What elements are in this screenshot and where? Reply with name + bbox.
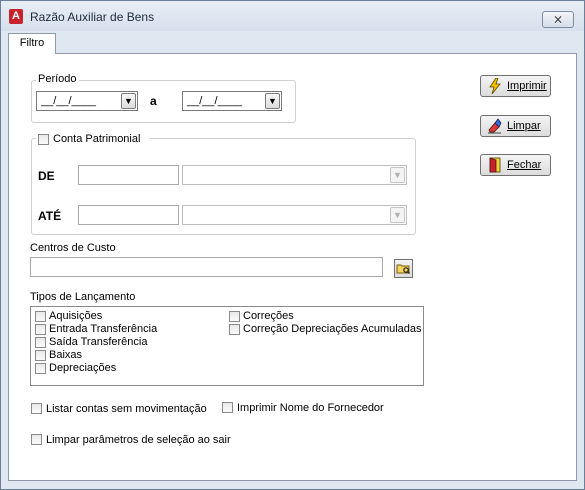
eraser-icon [488,118,502,134]
tipo-item-depreciacoes[interactable]: Depreciações [35,362,215,375]
tipo-checkbox[interactable] [35,337,46,348]
chevron-down-icon[interactable]: ▼ [121,93,136,109]
de-account-select[interactable]: ▼ [182,165,407,185]
imprimir-button[interactable]: Imprimir [480,75,551,97]
tipo-label: Correção Depreciações Acumuladas [243,323,422,335]
fechar-button[interactable]: Fechar [480,154,551,176]
tipo-item-baixas[interactable]: Baixas [35,349,215,362]
tipo-label: Saída Transferência [49,336,148,348]
tipo-item-entrada-transferencia[interactable]: Entrada Transferência [35,323,215,336]
tipo-item-correcoes[interactable]: Correções [229,310,419,323]
tipo-checkbox[interactable] [35,363,46,374]
periodo-separator: a [150,94,157,108]
tipos-listbox: Aquisições Entrada Transferência Saída T… [30,306,424,386]
listar-contas-label: Listar contas sem movimentação [46,403,207,415]
limpar-button[interactable]: Limpar [480,115,551,137]
tipo-label: Correções [243,310,294,322]
de-label: DE [38,169,55,183]
tipo-label: Baixas [49,349,83,361]
periodo-to-value: __/__/____ [187,95,243,107]
periodo-from-date[interactable]: __/__/____ ▼ [36,91,138,111]
filter-panel: Período __/__/____ ▼ a __/__/____ ▼ Cont… [8,53,577,481]
lightning-icon [489,78,501,94]
folder-search-icon [396,264,410,274]
tipo-checkbox[interactable] [35,311,46,322]
limpar-parametros-label: Limpar parâmetros de seleção ao sair [46,434,231,446]
imprimir-nome-option[interactable]: Imprimir Nome do Fornecedor [222,401,384,415]
centros-input[interactable] [30,257,383,277]
imprimir-nome-label: Imprimir Nome do Fornecedor [237,402,384,414]
tipo-label: Aquisições [49,310,103,322]
periodo-to-date[interactable]: __/__/____ ▼ [182,91,282,111]
ate-account-select[interactable]: ▼ [182,205,407,225]
tipo-item-aquisicoes[interactable]: Aquisições [35,310,215,323]
tipo-item-saida-transferencia[interactable]: Saída Transferência [35,336,215,349]
ate-code-input[interactable] [78,205,179,225]
close-button[interactable]: ⨯ [542,11,574,28]
folder-search-button[interactable] [394,259,413,278]
conta-patrimonial-label: Conta Patrimonial [53,133,141,145]
title-bar: A Razão Auxiliar de Bens ⨯ [1,1,584,31]
tab-filtro[interactable]: Filtro [8,33,56,54]
limpar-parametros-checkbox[interactable] [31,434,42,445]
tipo-checkbox[interactable] [35,324,46,335]
imprimir-label: Imprimir [507,80,547,92]
window-title: Razão Auxiliar de Bens [30,10,155,24]
close-icon: ⨯ [552,12,564,26]
tipo-checkbox[interactable] [229,311,240,322]
chevron-down-icon[interactable]: ▼ [390,207,405,223]
fechar-label: Fechar [507,159,542,171]
de-code-input[interactable] [78,165,179,185]
listar-contas-option[interactable]: Listar contas sem movimentação [31,402,207,416]
imprimir-nome-checkbox[interactable] [222,402,233,413]
main-window: A Razão Auxiliar de Bens ⨯ Filtro Períod… [0,0,585,490]
app-logo-icon: A [9,9,23,24]
periodo-label: Período [36,73,79,85]
tipo-label: Depreciações [49,362,117,374]
chevron-down-icon[interactable]: ▼ [390,167,405,183]
tipo-label: Entrada Transferência [49,323,158,335]
tipos-label: Tipos de Lançamento [30,291,136,303]
chevron-down-icon[interactable]: ▼ [265,93,280,109]
door-exit-icon [489,157,501,173]
limpar-label: Limpar [507,120,541,132]
ate-label: ATÉ [38,209,62,223]
conta-header: Conta Patrimonial [36,132,150,148]
listar-contas-checkbox[interactable] [31,403,42,414]
tipo-checkbox[interactable] [229,324,240,335]
conta-patrimonial-checkbox[interactable] [38,134,49,145]
limpar-parametros-option[interactable]: Limpar parâmetros de seleção ao sair [31,433,231,447]
tipo-item-correcao-depreciacoes[interactable]: Correção Depreciações Acumuladas [229,323,422,336]
tipo-checkbox[interactable] [35,350,46,361]
periodo-from-value: __/__/____ [41,95,97,107]
centros-label: Centros de Custo [30,242,116,254]
